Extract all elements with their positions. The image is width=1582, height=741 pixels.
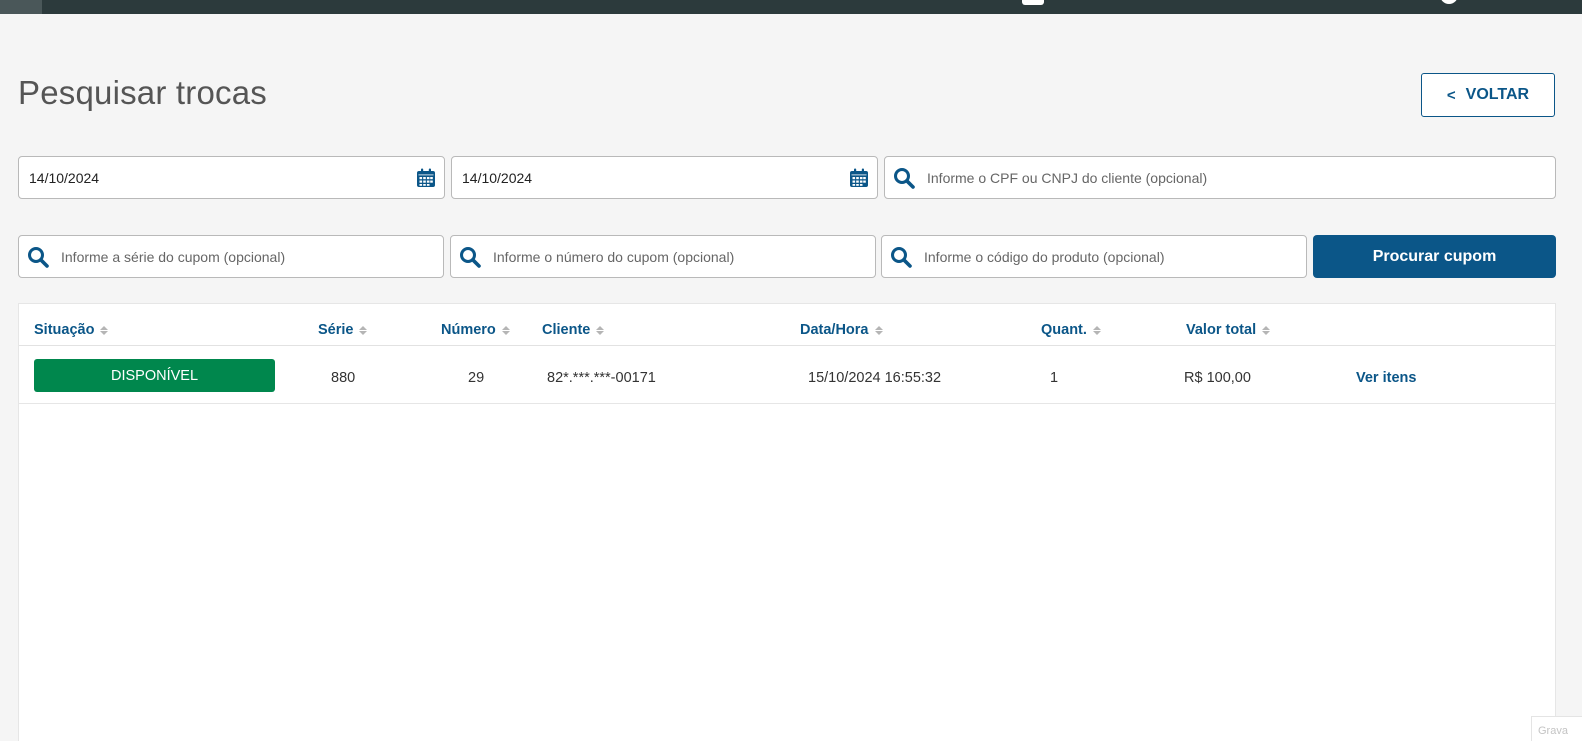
calendar-icon[interactable] [416,168,436,188]
numero-input[interactable] [481,236,875,277]
search-icon [28,246,49,268]
date-start-field [18,156,445,199]
column-header-situacao[interactable]: Situação [34,322,109,338]
search-icon [460,246,481,268]
cell-numero: 29 [468,370,485,386]
column-header-numero[interactable]: Número [441,322,510,338]
sort-icon [1262,325,1271,335]
navbar-square-icon[interactable] [1022,0,1044,5]
cell-data-hora: 15/10/2024 16:55:32 [808,370,942,386]
column-header-cliente[interactable]: Cliente [542,322,605,338]
document-search-field [884,156,1556,199]
column-header-serie[interactable]: Série [318,322,368,338]
navbar-user-icon[interactable] [1440,0,1458,4]
date-start-input[interactable] [19,157,416,198]
serie-search-field [18,235,444,278]
column-header-quant[interactable]: Quant. [1041,322,1101,338]
sort-icon [874,325,883,335]
results-table: Situação Série Número Cliente Data/Hora … [18,303,1556,741]
numero-search-field [450,235,876,278]
search-icon [894,167,915,189]
sort-icon [100,325,109,335]
sort-icon [1092,325,1101,335]
produto-search-field [881,235,1307,278]
table-header: Situação Série Número Cliente Data/Hora … [19,304,1555,346]
cell-cliente: 82*.***.***-00171 [547,370,656,386]
calendar-icon[interactable] [849,168,869,188]
search-icon [891,246,912,268]
status-badge: DISPONÍVEL [34,359,275,392]
back-button-label: VOLTAR [1465,86,1530,103]
page-title: Pesquisar trocas [18,74,267,111]
serie-input[interactable] [49,236,443,277]
table-row: DISPONÍVEL 880 29 82*.***.***-00171 15/1… [19,346,1555,404]
cell-quant: 1 [1050,370,1059,386]
top-navbar [0,0,1582,14]
date-end-input[interactable] [452,157,849,198]
ver-itens-link[interactable]: Ver itens [1356,370,1416,386]
document-input[interactable] [915,157,1555,198]
sort-icon [501,325,510,335]
recording-watermark: Grava [1531,716,1582,741]
sort-icon [359,325,368,335]
date-end-field [451,156,878,199]
cell-serie: 880 [331,370,356,386]
procurar-cupom-button[interactable]: Procurar cupom [1313,235,1556,278]
cell-valor-total: R$ 100,00 [1184,370,1251,386]
sort-icon [596,325,605,335]
navbar-menu-block[interactable] [0,0,42,14]
produto-input[interactable] [912,236,1306,277]
column-header-data-hora[interactable]: Data/Hora [800,322,883,338]
back-button[interactable]: < VOLTAR [1421,73,1555,117]
column-header-valor-total[interactable]: Valor total [1186,322,1271,338]
chevron-left-icon: < [1446,86,1456,104]
